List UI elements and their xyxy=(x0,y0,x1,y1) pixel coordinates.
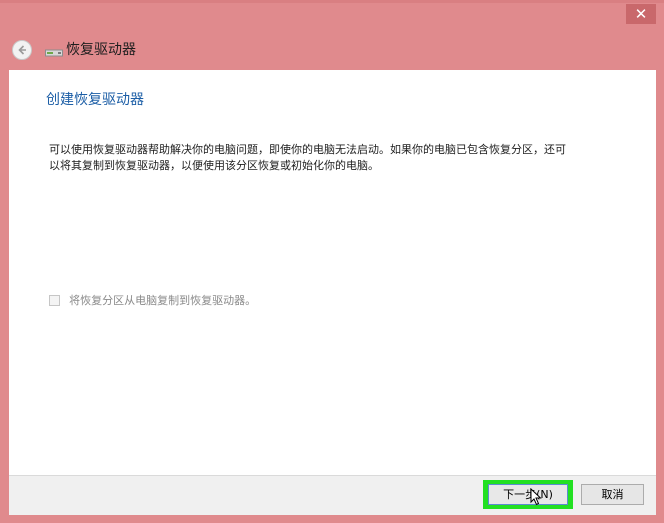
drive-icon xyxy=(45,49,63,57)
cancel-button[interactable]: 取消 xyxy=(581,484,644,505)
title-bar xyxy=(0,0,664,3)
back-button[interactable] xyxy=(12,40,32,60)
close-button[interactable]: ✕ xyxy=(626,4,656,24)
content-panel: 创建恢复驱动器 可以使用恢复驱动器帮助解决你的电脑问题，即使你的电脑无法启动。如… xyxy=(9,70,656,475)
next-button[interactable]: 下一步(N) xyxy=(488,484,568,505)
window-title: 恢复驱动器 xyxy=(66,42,136,58)
recovery-drive-window: ✕ 恢复驱动器 创建恢复驱动器 可以使用恢复驱动器帮助解决你的电脑问题，即使你的… xyxy=(0,0,664,523)
copy-partition-checkbox[interactable] xyxy=(49,295,60,306)
back-arrow-icon xyxy=(18,45,26,55)
page-heading: 创建恢复驱动器 xyxy=(46,92,144,108)
header: 恢复驱动器 xyxy=(0,30,664,68)
close-icon: ✕ xyxy=(634,5,648,23)
copy-partition-option: 将恢复分区从电脑复制到恢复驱动器。 xyxy=(49,290,257,307)
copy-partition-label: 将恢复分区从电脑复制到恢复驱动器。 xyxy=(69,293,257,307)
mouse-cursor-icon xyxy=(530,488,542,506)
description-text: 可以使用恢复驱动器帮助解决你的电脑问题，即使你的电脑无法启动。如果你的电脑已包含… xyxy=(49,143,566,172)
